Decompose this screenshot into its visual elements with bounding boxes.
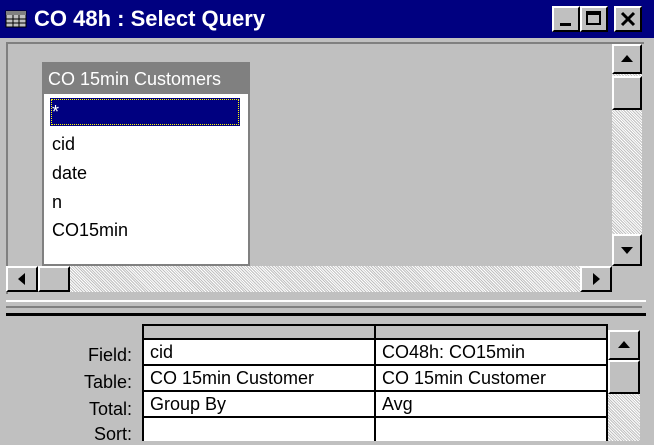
row-label-field: Field: [87, 345, 132, 365]
grid-cell-table-1[interactable]: CO 15min Customer [144, 366, 376, 392]
arrow-up-icon [618, 341, 630, 348]
title-bar[interactable]: CO 48h : Select Query [0, 0, 654, 38]
scroll-down-button[interactable] [612, 234, 642, 266]
scroll-up-button[interactable] [612, 44, 642, 74]
scroll-right-button[interactable] [580, 266, 612, 292]
grid-cell-total-2[interactable]: Avg [376, 392, 608, 418]
maximize-icon [586, 11, 601, 25]
field-list-title[interactable]: CO 15min Customers [44, 64, 248, 94]
grid-cell-sort-1[interactable] [144, 418, 376, 441]
row-label-table: Table: [83, 372, 132, 392]
scroll-left-button[interactable] [6, 266, 38, 292]
arrow-up-icon [621, 55, 633, 62]
lower-vertical-scrollbar[interactable] [608, 330, 640, 441]
field-item-cid[interactable]: cid [50, 130, 240, 158]
column-selector-2[interactable] [376, 326, 608, 340]
grid-scroll-up-button[interactable] [608, 330, 640, 360]
pane-splitter[interactable] [6, 300, 646, 316]
horizontal-scroll-thumb[interactable] [38, 266, 70, 292]
window-title: CO 48h : Select Query [34, 6, 266, 31]
arrow-down-icon [621, 247, 633, 254]
table-pane[interactable]: CO 15min Customers * cid date n CO15min [6, 42, 644, 294]
column-selector-1[interactable] [144, 326, 376, 340]
splitter-line [6, 306, 642, 308]
field-list-box[interactable]: CO 15min Customers * cid date n CO15min [42, 62, 250, 266]
field-item-n[interactable]: n [50, 188, 240, 216]
query-icon[interactable] [5, 8, 27, 30]
arrow-right-icon [593, 273, 600, 285]
close-icon [620, 11, 636, 27]
maximize-button[interactable] [580, 6, 608, 32]
grid-cell-field-1[interactable]: cid [144, 340, 376, 366]
grid-scroll-thumb[interactable] [608, 360, 640, 394]
grid-cell-field-2[interactable]: CO48h: CO15min [376, 340, 608, 366]
upper-vertical-scrollbar[interactable] [612, 44, 642, 266]
minimize-icon [560, 23, 571, 26]
close-button[interactable] [614, 6, 642, 32]
grid-cell-total-1[interactable]: Group By [144, 392, 376, 418]
design-grid[interactable]: cid CO48h: CO15min CO 15min Customer CO … [142, 324, 608, 441]
minimize-button[interactable] [552, 6, 580, 32]
field-item-all[interactable]: * [50, 98, 240, 126]
scroll-thumb[interactable] [612, 76, 642, 110]
upper-horizontal-scrollbar[interactable] [6, 266, 612, 292]
grid-cell-table-2[interactable]: CO 15min Customer [376, 366, 608, 392]
field-item-date[interactable]: date [50, 159, 240, 187]
grid-cell-sort-2[interactable] [376, 418, 608, 441]
arrow-left-icon [18, 273, 25, 285]
row-label-total: Total: [88, 399, 132, 419]
row-label-sort: Sort: [93, 424, 132, 444]
field-item-co15min[interactable]: CO15min [50, 216, 240, 244]
